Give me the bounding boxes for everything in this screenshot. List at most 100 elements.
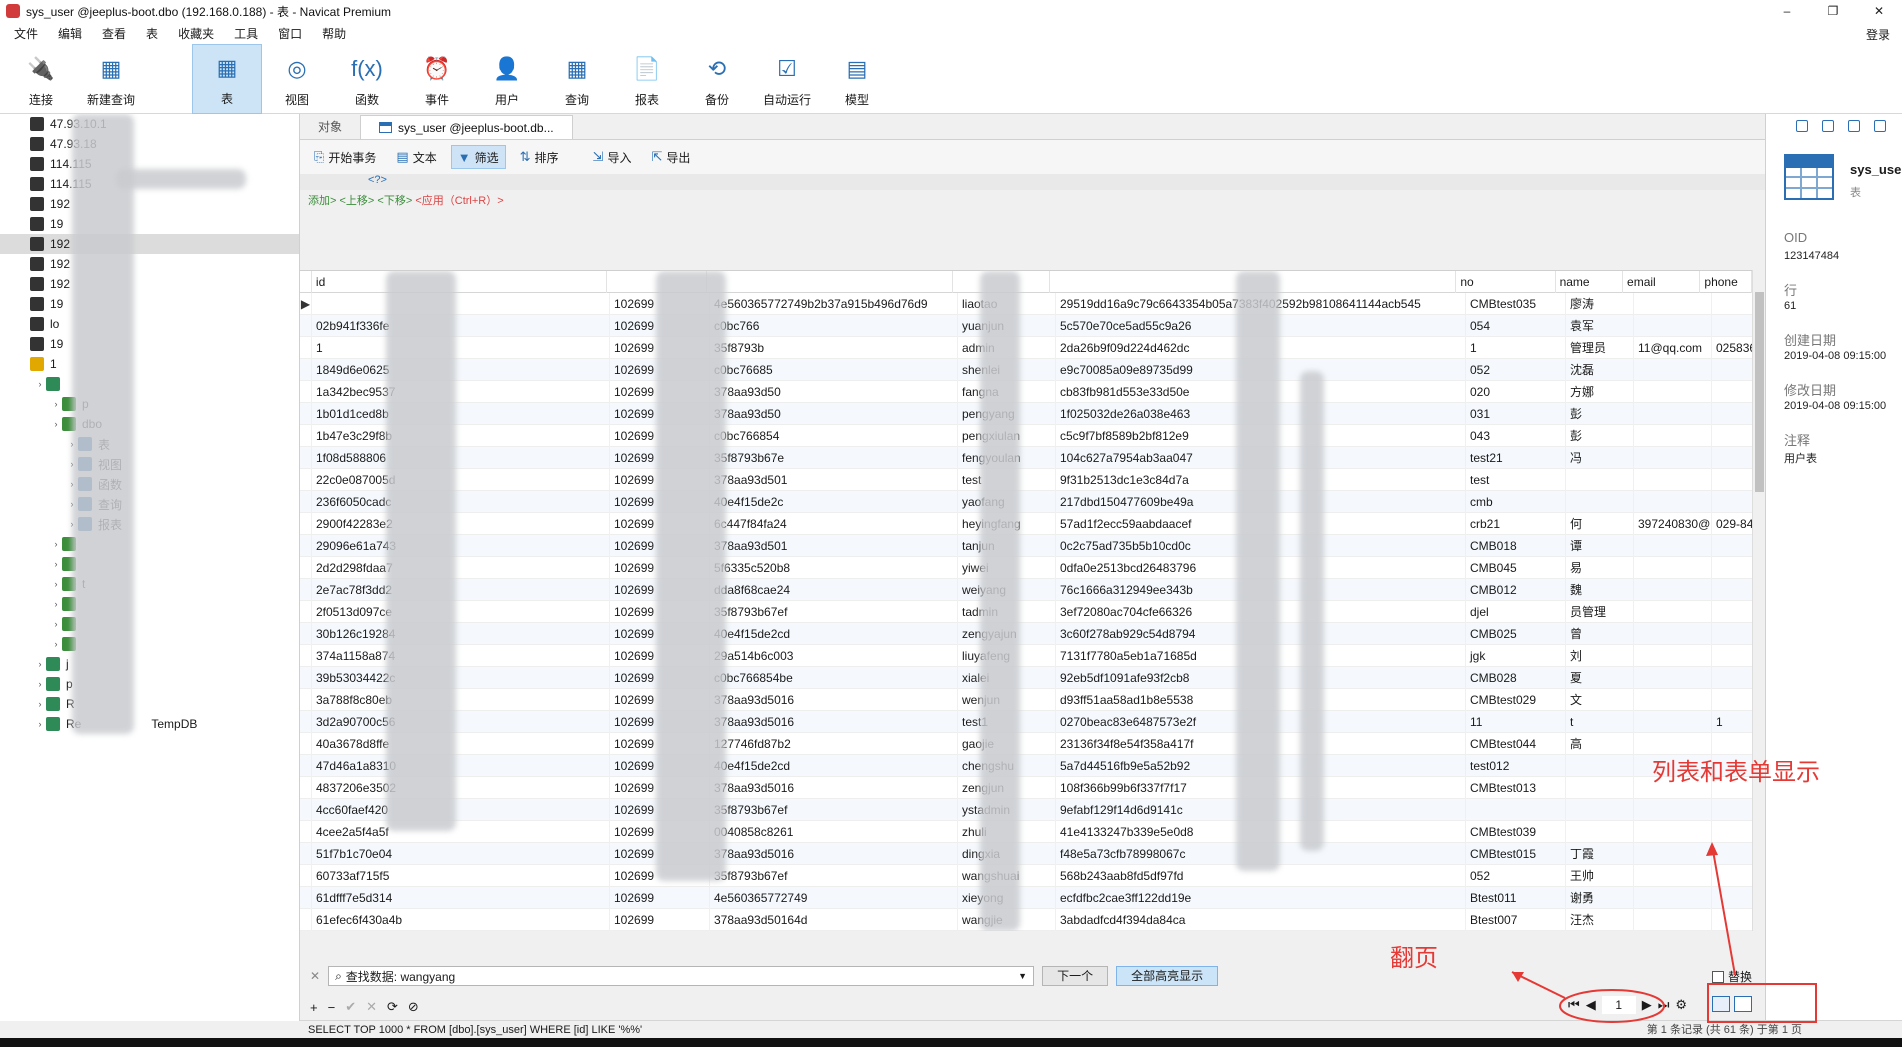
table-cell[interactable]: CMB028: [1466, 667, 1566, 689]
toolbar-button-4[interactable]: ⇲ 导入: [587, 145, 638, 169]
table-cell[interactable]: [1566, 799, 1634, 821]
table-row[interactable]: 4cee2a5f4a5f 102699 0040858c8261 zhuli 41e41…: [300, 821, 1752, 843]
table-cell[interactable]: 11@qq.com: [1634, 337, 1712, 359]
table-cell[interactable]: [1712, 535, 1752, 557]
tree-item[interactable]: 192: [0, 234, 299, 254]
table-cell[interactable]: 1: [1466, 337, 1566, 359]
row-marker[interactable]: [300, 337, 312, 359]
table-cell[interactable]: [1712, 887, 1752, 909]
chevron-icon[interactable]: ›: [34, 379, 46, 389]
table-row[interactable]: 2d2d298fdaa7 102699 5f6335c520b8 yiwei 0dfa0…: [300, 557, 1752, 579]
table-cell[interactable]: 1a342bec9537: [312, 381, 610, 403]
table-cell[interactable]: CMBtest015: [1466, 843, 1566, 865]
table-cell[interactable]: [1712, 315, 1752, 337]
filter-down-link[interactable]: <下移>: [377, 195, 412, 207]
ribbon-button-7[interactable]: ▦ 查询: [542, 44, 612, 114]
table-cell[interactable]: 35f8793b67e: [710, 447, 958, 469]
filter-placeholder[interactable]: <?>: [368, 174, 387, 186]
table-cell[interactable]: 40a3678d8ffe: [312, 733, 610, 755]
table-cell[interactable]: 4837206e3502: [312, 777, 610, 799]
table-cell[interactable]: [1566, 821, 1634, 843]
table-cell[interactable]: 1: [312, 337, 610, 359]
ribbon-button-3[interactable]: ◎ 视图: [262, 44, 332, 114]
tree-item[interactable]: lo: [0, 314, 299, 334]
login-link[interactable]: 登录: [1866, 26, 1890, 43]
menu-view[interactable]: 查看: [92, 25, 136, 42]
table-cell[interactable]: 5f6335c520b8: [710, 557, 958, 579]
row-marker[interactable]: [300, 513, 312, 535]
tree-item[interactable]: › j: [0, 654, 299, 674]
ribbon-button-11[interactable]: ▤ 模型: [822, 44, 892, 114]
table-cell[interactable]: [1634, 403, 1712, 425]
ribbon-button-10[interactable]: ☑ 自动运行: [752, 44, 822, 114]
table-cell[interactable]: ecfdfbc2cae3ff122dd19e: [1056, 887, 1466, 909]
filter-add-link[interactable]: 添加>: [308, 195, 336, 207]
table-cell[interactable]: 彭: [1566, 425, 1634, 447]
table-cell[interactable]: 彭: [1566, 403, 1634, 425]
table-cell[interactable]: Btest011: [1466, 887, 1566, 909]
table-cell[interactable]: 2900f42283e2: [312, 513, 610, 535]
table-cell[interactable]: 汪杰: [1566, 909, 1634, 931]
column-header[interactable]: id: [312, 271, 608, 293]
vertical-scrollbar[interactable]: [1752, 270, 1765, 931]
toolbar-button-3[interactable]: ⇅ 排序: [514, 145, 565, 169]
table-cell[interactable]: [1634, 865, 1712, 887]
table-cell[interactable]: [1712, 469, 1752, 491]
table-cell[interactable]: [1566, 777, 1634, 799]
tree-item[interactable]: ›报表: [0, 514, 299, 534]
replace-toggle[interactable]: 替换: [1712, 968, 1752, 985]
table-cell[interactable]: CMB025: [1466, 623, 1566, 645]
row-marker[interactable]: [300, 623, 312, 645]
tree-item[interactable]: ›: [0, 534, 299, 554]
apply-icon[interactable]: ✔: [345, 999, 356, 1015]
table-cell[interactable]: 2e7ac78f3dd2: [312, 579, 610, 601]
tree-item[interactable]: ›dbo: [0, 414, 299, 434]
tab-sys-user[interactable]: sys_user @jeeplus-boot.db...: [360, 115, 573, 139]
row-marker[interactable]: [300, 469, 312, 491]
table-row[interactable]: 51f7b1c70e04102699378aa93d5016dingxiaf48…: [300, 843, 1752, 865]
table-cell[interactable]: [1566, 469, 1634, 491]
row-marker[interactable]: [300, 887, 312, 909]
tree-item[interactable]: › R: [0, 694, 299, 714]
row-marker[interactable]: [300, 645, 312, 667]
table-cell[interactable]: 378aa93d501: [710, 469, 958, 491]
ribbon-button-5[interactable]: ⏰ 事件: [402, 44, 472, 114]
last-page-icon[interactable]: ⏭: [1658, 997, 1670, 1013]
table-cell[interactable]: 378aa93d5016: [710, 777, 958, 799]
table-cell[interactable]: 39b53034422c: [312, 667, 610, 689]
table-cell[interactable]: [1634, 469, 1712, 491]
table-cell[interactable]: [1634, 623, 1712, 645]
table-cell[interactable]: [1712, 425, 1752, 447]
filter-line[interactable]: <?>: [300, 174, 1765, 190]
table-cell[interactable]: [1634, 667, 1712, 689]
table-cell[interactable]: 王帅: [1566, 865, 1634, 887]
chevron-icon[interactable]: ›: [50, 639, 62, 649]
table-cell[interactable]: 378aa93d5016: [710, 843, 958, 865]
toolbar-button-0[interactable]: ⎘ 开始事务: [308, 145, 382, 169]
table-cell[interactable]: 029-8450: [1712, 513, 1752, 535]
tree-item[interactable]: 192: [0, 194, 299, 214]
table-row[interactable]: 1a342bec9537102699378aa93d50fangnacb83fb…: [300, 381, 1752, 403]
column-header[interactable]: no: [1456, 271, 1556, 293]
table-cell[interactable]: 方娜: [1566, 381, 1634, 403]
table-cell[interactable]: 文: [1566, 689, 1634, 711]
table-cell[interactable]: [1566, 491, 1634, 513]
chevron-icon[interactable]: ›: [50, 539, 62, 549]
table-cell[interactable]: 61dfff7e5d314: [312, 887, 610, 909]
row-marker[interactable]: [300, 425, 312, 447]
horizontal-scrollbar[interactable]: [300, 931, 1752, 945]
table-cell[interactable]: 054: [1466, 315, 1566, 337]
row-marker[interactable]: [300, 447, 312, 469]
table-row[interactable]: 40a3678d8ffe 102699 127746fd87b2 gaojie 2313…: [300, 733, 1752, 755]
table-cell[interactable]: 47d46a1a8310: [312, 755, 610, 777]
table-row[interactable]: 1f08d58880610269935f8793b67efengyoulan10…: [300, 447, 1752, 469]
table-cell[interactable]: 35f8793b67ef: [710, 865, 958, 887]
table-cell[interactable]: [1634, 535, 1712, 557]
table-cell[interactable]: 易: [1566, 557, 1634, 579]
tree-item[interactable]: ›: [0, 634, 299, 654]
row-marker[interactable]: [300, 843, 312, 865]
menu-tools[interactable]: 工具: [224, 25, 268, 42]
table-row[interactable]: 1b01d1ced8b102699378aa93d50pengyang1f025…: [300, 403, 1752, 425]
table-cell[interactable]: [1712, 447, 1752, 469]
tree-item[interactable]: ›函数: [0, 474, 299, 494]
